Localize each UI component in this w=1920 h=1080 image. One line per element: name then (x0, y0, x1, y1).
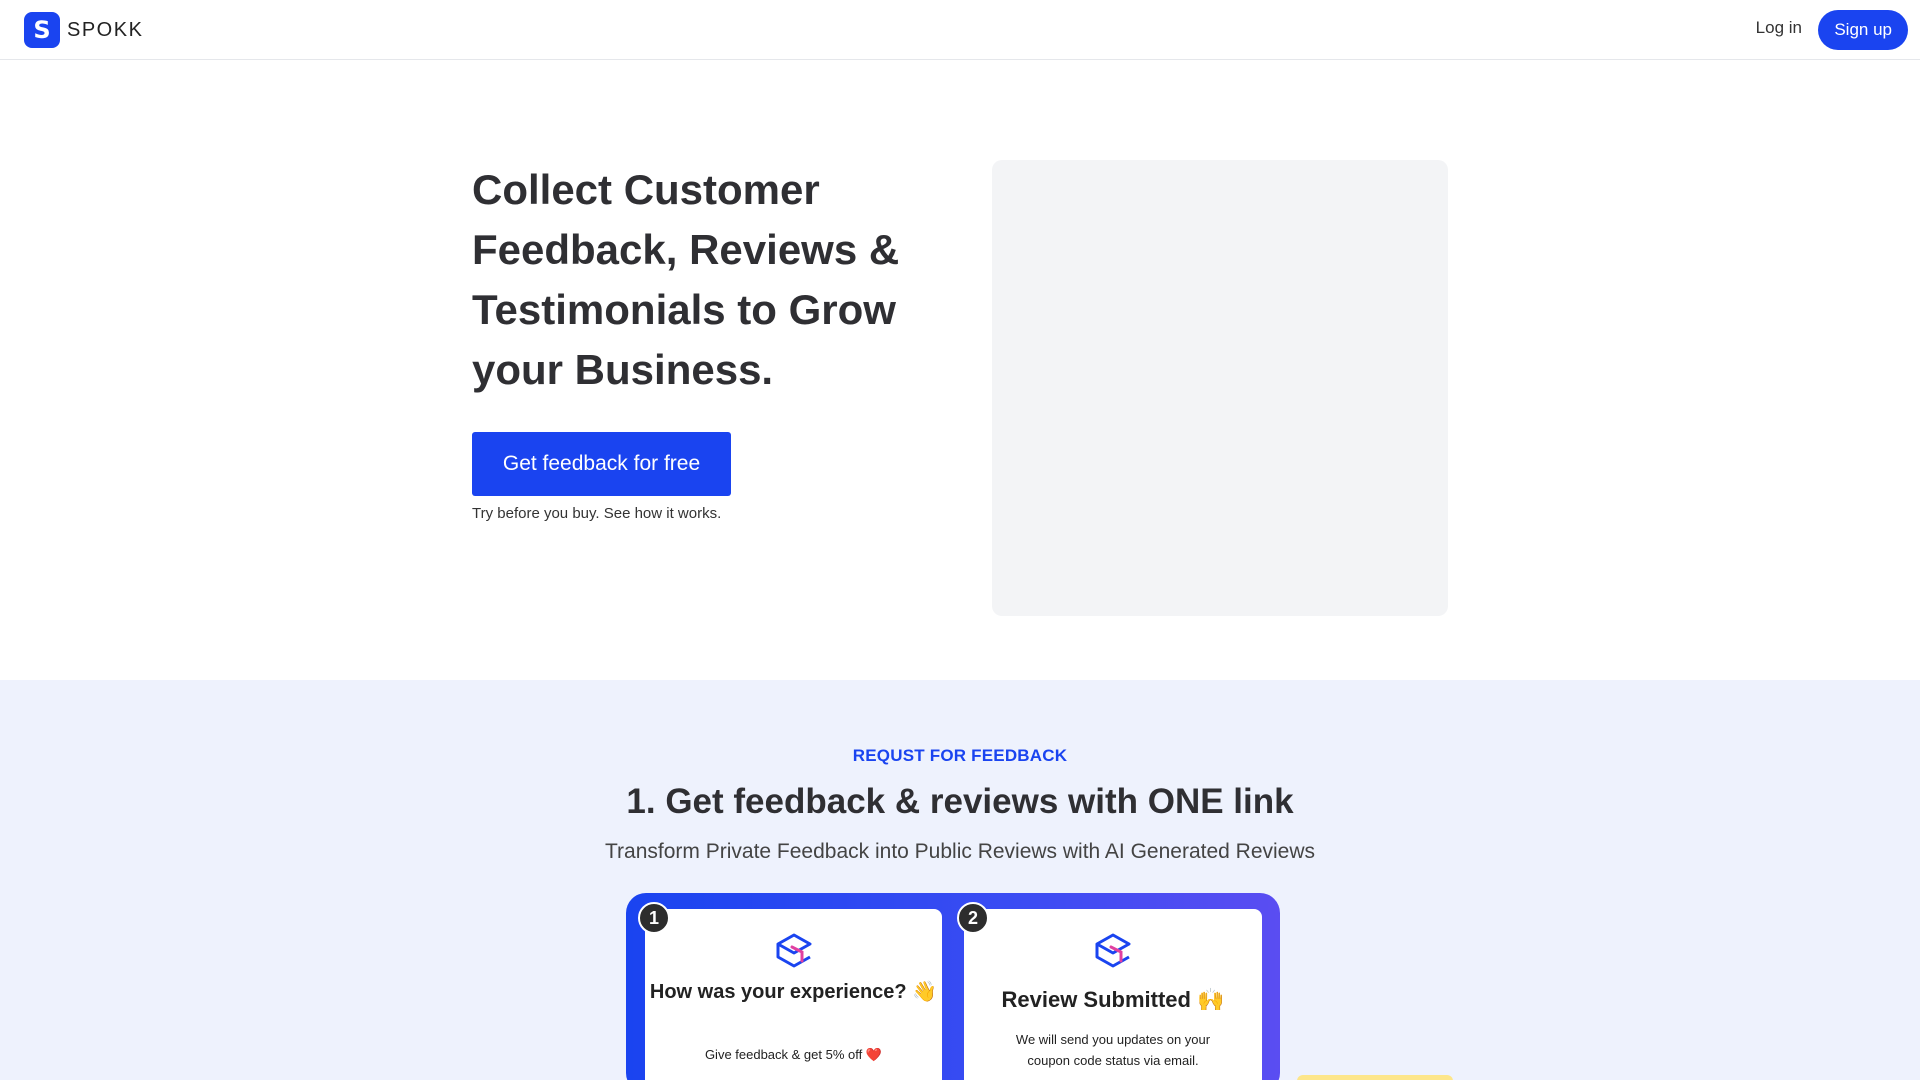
section-eyebrow: REQUST FOR FEEDBACK (852, 746, 1068, 765)
hero-media-placeholder (992, 160, 1448, 616)
floating-tab[interactable] (1297, 1075, 1453, 1080)
login-link[interactable]: Log in (1756, 18, 1802, 38)
step-1-note: Give feedback & get 5% off ❤️ (704, 1047, 883, 1062)
step-2-title: Review Submitted 🙌 (1001, 987, 1225, 1012)
brand-logo[interactable]: S SPOKK (24, 12, 143, 48)
brand-name: SPOKK (67, 18, 144, 41)
brand-logo-icon: S (24, 12, 60, 48)
step-1-title: How was your experience? 👋 (649, 981, 938, 1003)
step-card-1: How was your experience? 👋 Give feedback… (645, 909, 942, 1080)
hero-subtext: Try before you buy. See how it works. (472, 505, 722, 522)
step-2-note: We will send you updates on your coupon … (1015, 1032, 1211, 1068)
signup-button[interactable]: Sign up (1818, 10, 1908, 50)
section-subtitle: Transform Private Feedback into Public R… (604, 840, 1316, 863)
spokk-mark-icon (776, 933, 811, 968)
section-title: 1. Get feedback & reviews with ONE link (626, 782, 1294, 821)
step-card-2: Review Submitted 🙌 We will send you upda… (964, 909, 1262, 1080)
get-feedback-button[interactable]: Get feedback for free (472, 432, 731, 496)
top-navbar: S SPOKK Log in Sign up (0, 0, 1920, 60)
hero-title: Collect Customer Feedback, Reviews & Tes… (472, 166, 900, 393)
spokk-mark-icon (1095, 933, 1131, 968)
step-1-badge: 1 (638, 902, 670, 934)
step-2-badge: 2 (957, 902, 989, 934)
